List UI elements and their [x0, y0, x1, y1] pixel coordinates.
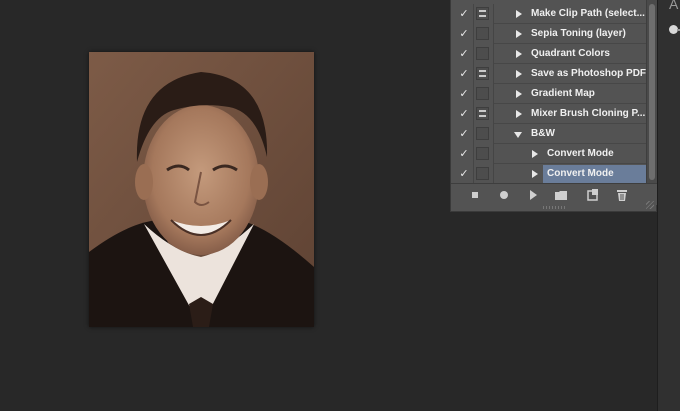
toggle-dialog-icon[interactable]	[476, 87, 489, 100]
action-row[interactable]: ✓ Make Clip Path (select...	[451, 4, 646, 24]
action-row[interactable]: ✓ Sepia Toning (layer)	[451, 24, 646, 44]
disclosure-collapsed-icon[interactable]	[516, 110, 522, 118]
disclosure-collapsed-icon[interactable]	[532, 150, 538, 158]
panel-resize-grip[interactable]	[646, 201, 654, 209]
action-label: Convert Mode	[547, 168, 614, 179]
record-icon[interactable]	[497, 188, 511, 202]
toggle-item-checkbox[interactable]: ✓	[456, 64, 472, 84]
disclosure-collapsed-icon[interactable]	[516, 10, 522, 18]
right-panel-strip: A	[657, 0, 680, 411]
action-label: Save as Photoshop PDF	[531, 68, 647, 79]
action-row[interactable]: ✓ Save as Photoshop PDF	[451, 64, 646, 84]
trash-icon[interactable]	[615, 188, 629, 202]
column-divider	[493, 24, 494, 44]
toggle-item-checkbox[interactable]: ✓	[456, 104, 472, 124]
toggle-item-checkbox[interactable]: ✓	[456, 4, 472, 24]
column-divider	[493, 164, 494, 184]
action-row[interactable]: ✓ B&W	[451, 124, 646, 144]
column-divider	[493, 144, 494, 164]
column-divider	[493, 64, 494, 84]
action-row[interactable]: ✓ Gradient Map	[451, 84, 646, 104]
action-label: Convert Mode	[547, 148, 614, 159]
action-label: Mixer Brush Cloning P...	[531, 108, 646, 119]
toggle-dialog-icon[interactable]	[476, 167, 489, 180]
column-divider	[473, 24, 474, 44]
panel-drag-grip[interactable]	[543, 206, 565, 209]
column-divider	[493, 104, 494, 124]
toggle-dialog-icon[interactable]	[476, 107, 489, 120]
action-row[interactable]: ✓ Mixer Brush Cloning P...	[451, 104, 646, 124]
toggle-dialog-icon[interactable]	[476, 127, 489, 140]
column-divider	[493, 44, 494, 64]
column-divider	[473, 84, 474, 104]
column-divider	[473, 104, 474, 124]
toggle-item-checkbox[interactable]: ✓	[456, 144, 472, 164]
disclosure-collapsed-icon[interactable]	[516, 90, 522, 98]
new-set-icon[interactable]	[554, 188, 568, 202]
toggle-dialog-icon[interactable]	[476, 27, 489, 40]
actions-toolbar	[451, 183, 657, 205]
column-divider	[473, 44, 474, 64]
column-divider	[473, 4, 474, 24]
action-label: Sepia Toning (layer)	[531, 28, 626, 39]
toggle-dialog-icon[interactable]	[476, 67, 489, 80]
new-action-icon[interactable]	[586, 188, 600, 202]
toggle-item-checkbox[interactable]: ✓	[456, 124, 472, 144]
actions-scrollbar[interactable]	[646, 0, 657, 183]
toggle-dialog-icon[interactable]	[476, 7, 489, 20]
action-label: Make Clip Path (select...	[531, 8, 645, 19]
action-label: Quadrant Colors	[531, 48, 610, 59]
disclosure-collapsed-icon[interactable]	[516, 30, 522, 38]
action-row[interactable]: ✓ Quadrant Colors	[451, 44, 646, 64]
toggle-item-checkbox[interactable]: ✓	[456, 24, 472, 44]
column-divider	[473, 124, 474, 144]
action-label: B&W	[531, 128, 555, 139]
stop-icon[interactable]	[468, 188, 482, 202]
disclosure-collapsed-icon[interactable]	[516, 70, 522, 78]
toggle-item-checkbox[interactable]: ✓	[456, 44, 472, 64]
column-divider	[473, 144, 474, 164]
action-label: Gradient Map	[531, 88, 595, 99]
toggle-dialog-icon[interactable]	[476, 147, 489, 160]
toggle-item-checkbox[interactable]: ✓	[456, 84, 472, 104]
actions-panel: ✓ Make Clip Path (select... ✓ Sepia Toning …	[450, 0, 657, 212]
panel-glyph: A	[669, 0, 679, 12]
toggle-item-checkbox[interactable]: ✓	[456, 164, 472, 184]
disclosure-expanded-icon[interactable]	[514, 132, 522, 138]
sepia-portrait-image	[89, 52, 314, 327]
column-divider	[493, 124, 494, 144]
disclosure-collapsed-icon[interactable]	[532, 170, 538, 178]
action-row[interactable]: ✓ Convert Mode	[451, 164, 646, 184]
column-divider	[493, 84, 494, 104]
action-row[interactable]: ✓ Convert Mode	[451, 144, 646, 164]
column-divider	[493, 4, 494, 24]
play-icon[interactable]	[526, 188, 540, 202]
toggle-dialog-icon[interactable]	[476, 47, 489, 60]
column-divider	[473, 64, 474, 84]
column-divider	[473, 164, 474, 184]
disclosure-collapsed-icon[interactable]	[516, 50, 522, 58]
scrollbar-thumb[interactable]	[649, 4, 655, 180]
